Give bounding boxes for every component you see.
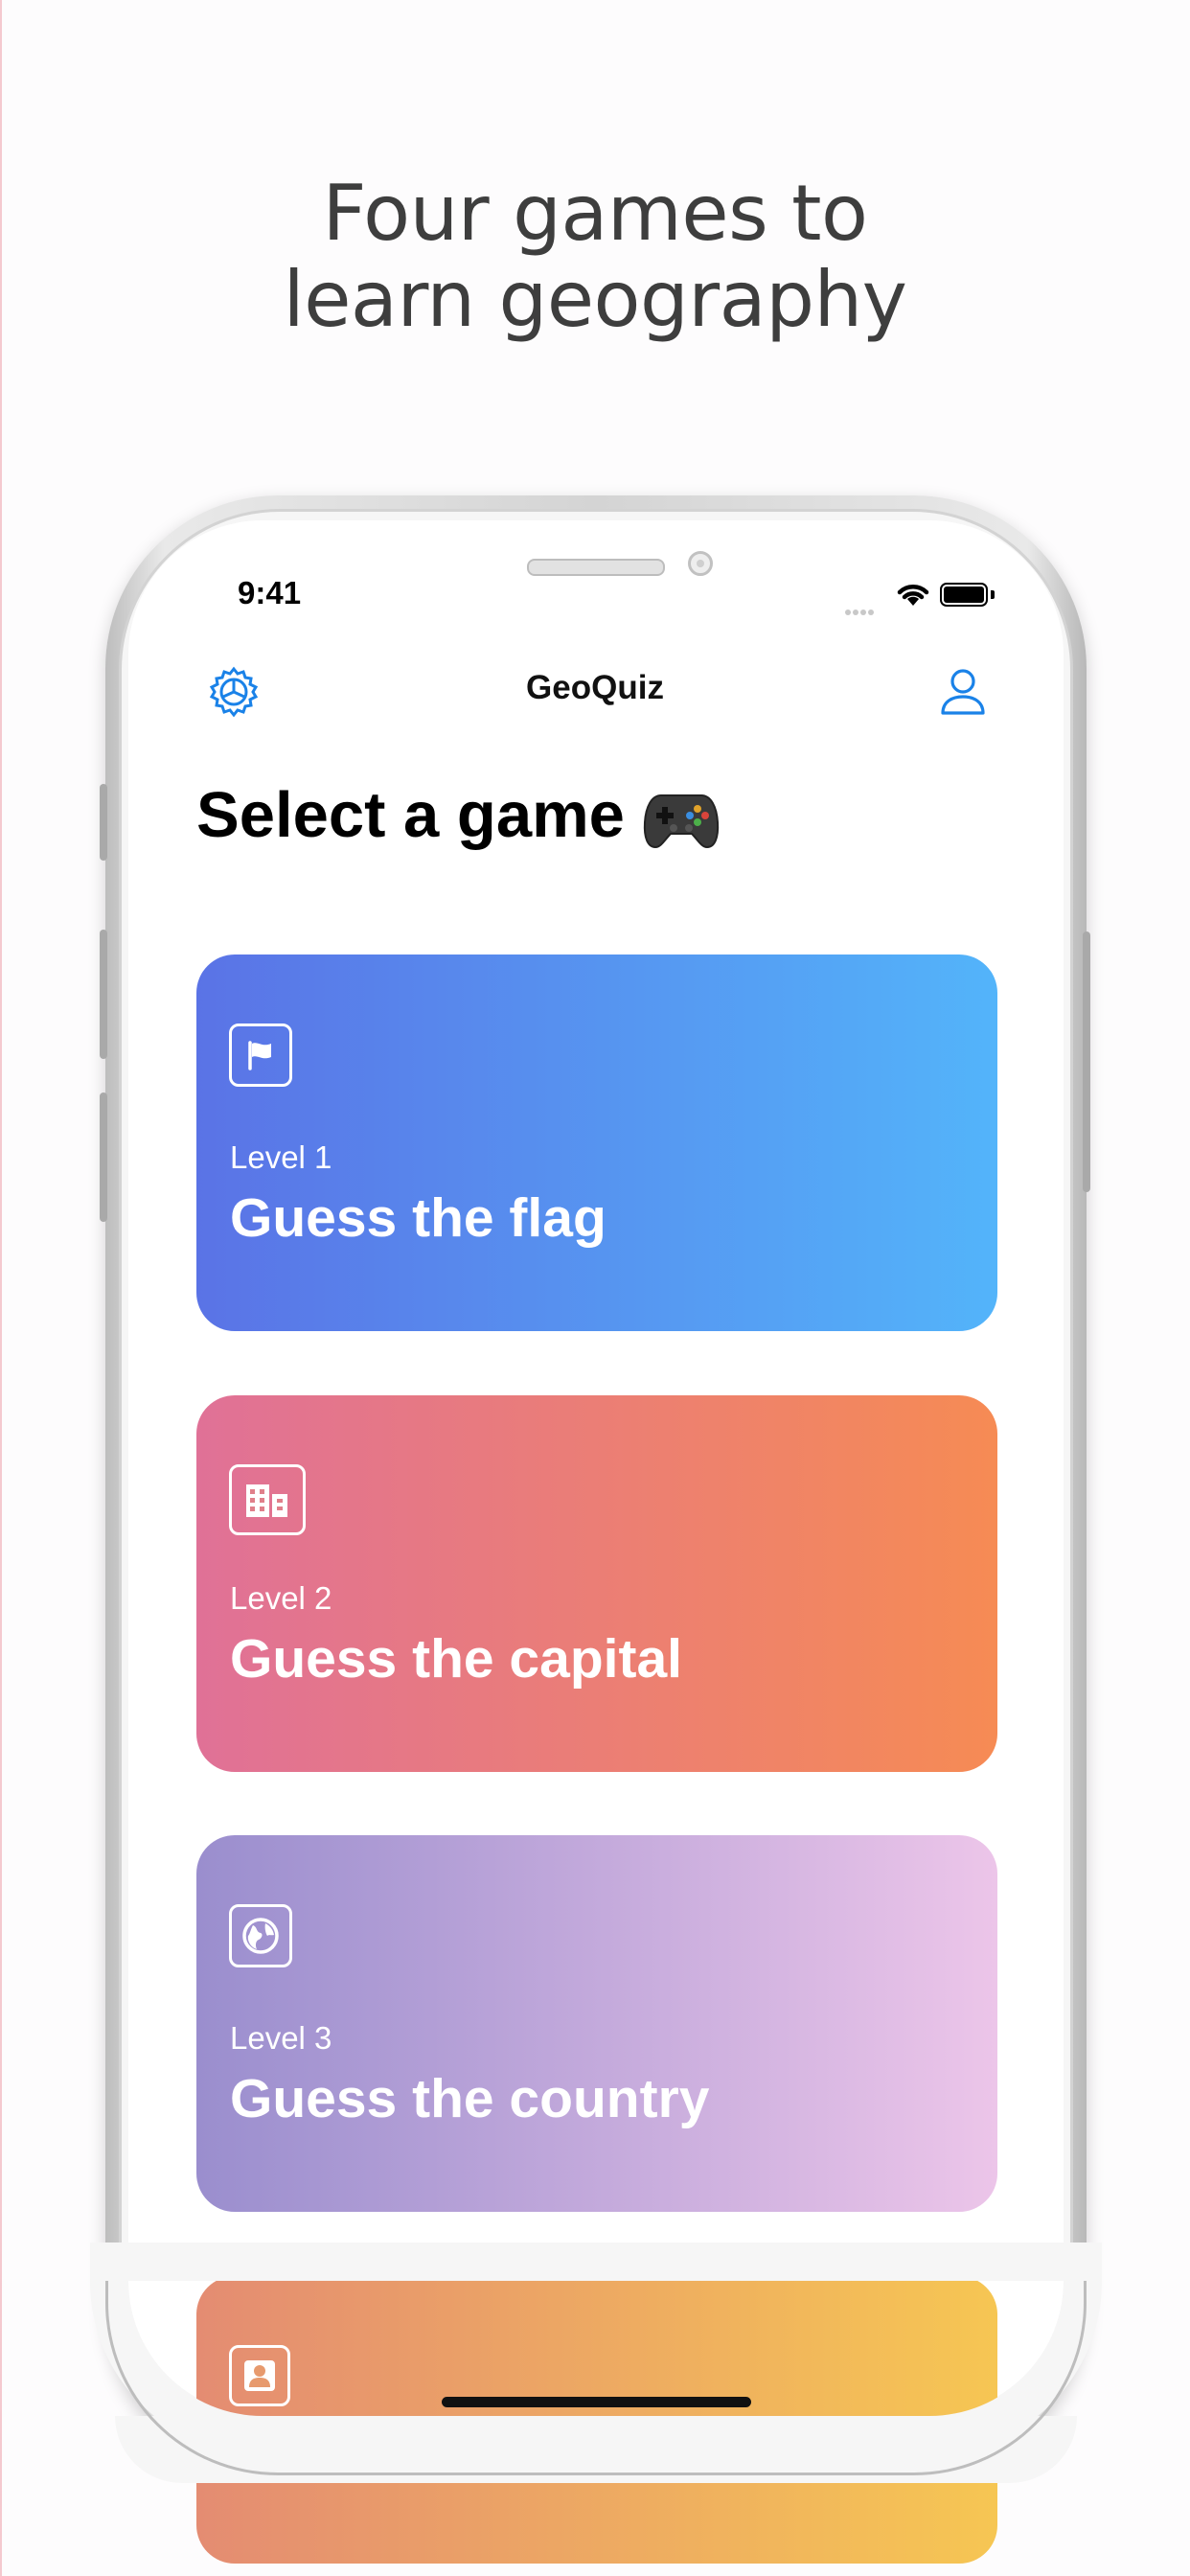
game-card-flag[interactable]: Level 1 Guess the flag bbox=[196, 954, 997, 1331]
game-card-capital[interactable]: Level 2 Guess the capital bbox=[196, 1395, 997, 1772]
card-title: Guess the capital bbox=[230, 1628, 683, 1690]
volume-down-button bbox=[100, 1092, 107, 1222]
wifi-icon bbox=[897, 585, 929, 606]
headline-line-2: learn geography bbox=[283, 255, 907, 344]
card-title: Guess the flag bbox=[230, 1187, 606, 1249]
page-title: Select a game bbox=[196, 778, 721, 852]
gamepad-icon bbox=[643, 794, 720, 849]
card-title: Guess the country bbox=[230, 2068, 710, 2129]
mute-switch bbox=[100, 784, 107, 861]
card-level-label: Level 3 bbox=[230, 2020, 332, 2056]
power-button bbox=[1083, 932, 1090, 1192]
signal-icon bbox=[845, 601, 876, 619]
flag-icon bbox=[229, 1024, 292, 1087]
nav-title: GeoQuiz bbox=[526, 669, 664, 706]
person-icon bbox=[229, 2345, 290, 2406]
page-title-text: Select a game bbox=[196, 779, 625, 851]
home-indicator[interactable] bbox=[442, 2397, 751, 2407]
game-card-country[interactable]: Level 3 Guess the country bbox=[196, 1835, 997, 2212]
card-level-label: Level 1 bbox=[230, 1139, 332, 1175]
volume-up-button bbox=[100, 930, 107, 1059]
status-time: 9:41 bbox=[238, 575, 302, 610]
buildings-icon bbox=[229, 1464, 306, 1535]
marketing-headline: Four games to learn geography bbox=[0, 171, 1190, 343]
front-camera bbox=[688, 551, 713, 576]
globe-icon bbox=[229, 1904, 292, 1967]
page-edge-line bbox=[0, 0, 2, 2576]
screen-bottom-bezel bbox=[115, 2416, 1077, 2483]
battery-cap bbox=[991, 590, 995, 599]
battery-icon bbox=[940, 583, 988, 607]
profile-icon[interactable] bbox=[939, 665, 987, 719]
earpiece-speaker bbox=[527, 559, 665, 576]
card-level-label: Level 2 bbox=[230, 1580, 332, 1616]
headline-line-1: Four games to bbox=[322, 169, 868, 258]
